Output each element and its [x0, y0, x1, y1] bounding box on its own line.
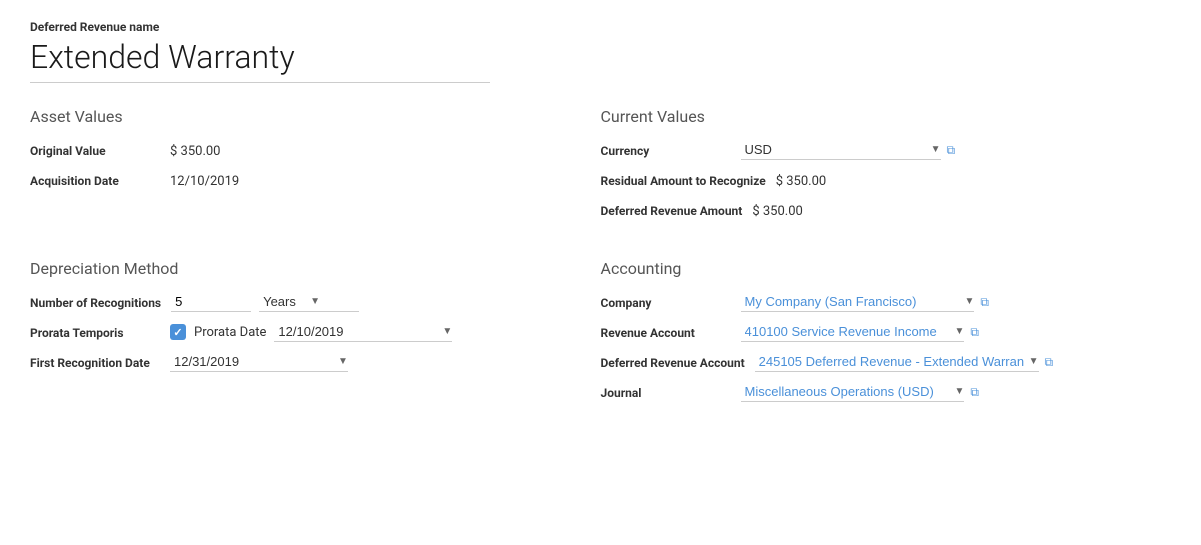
revenue-account-label: Revenue Account: [601, 322, 731, 342]
revenue-account-select-wrapper[interactable]: 410100 Service Revenue Income ▼: [741, 322, 965, 342]
deferred-revenue-amount-value: $ 350.00: [752, 200, 803, 219]
company-select[interactable]: My Company (San Francisco): [741, 292, 981, 311]
journal-select[interactable]: Miscellaneous Operations (USD): [741, 382, 971, 401]
revenue-account-external-link-icon[interactable]: ⧉: [970, 325, 979, 340]
currency-select-wrapper[interactable]: USD ▼: [741, 140, 941, 160]
deferred-account-label: Deferred Revenue Account: [601, 352, 745, 372]
residual-amount-row: Residual Amount to Recognize $ 350.00: [601, 170, 1152, 190]
deferred-account-external-link-icon[interactable]: ⧉: [1045, 355, 1054, 370]
prorata-date-wrapper[interactable]: ▼: [274, 322, 452, 342]
journal-external-link-icon[interactable]: ⧉: [970, 385, 979, 400]
currency-external-link-icon[interactable]: ⧉: [947, 143, 956, 158]
asset-values-title: Asset Values: [30, 107, 581, 126]
journal-label: Journal: [601, 382, 731, 402]
residual-amount-value: $ 350.00: [776, 170, 827, 189]
current-values-section: Current Values Currency USD ▼ ⧉ Residual…: [601, 107, 1172, 229]
acquisition-date-value: 12/10/2019: [170, 170, 239, 189]
num-recognitions-input-group: Years Months ▼: [171, 292, 359, 312]
original-value-row: Original Value $ 350.00: [30, 140, 581, 160]
original-value-label: Original Value: [30, 140, 160, 160]
depreciation-method-title: Depreciation Method: [30, 259, 581, 278]
journal-select-wrapper[interactable]: Miscellaneous Operations (USD) ▼: [741, 382, 965, 402]
revenue-account-select[interactable]: 410100 Service Revenue Income: [741, 322, 971, 341]
num-recognitions-label: Number of Recognitions: [30, 292, 161, 312]
prorata-temporis-row: Prorata Temporis Prorata Date ▼: [30, 322, 581, 342]
revenue-account-row: Revenue Account 410100 Service Revenue I…: [601, 322, 1152, 342]
title-divider: [30, 82, 490, 83]
deferred-account-row: Deferred Revenue Account 245105 Deferred…: [601, 352, 1152, 372]
first-recognition-date-input[interactable]: [170, 352, 354, 371]
company-external-link-icon[interactable]: ⧉: [980, 295, 989, 310]
first-recognition-label: First Recognition Date: [30, 352, 160, 372]
accounting-title: Accounting: [601, 259, 1152, 278]
page-title: Extended Warranty: [30, 38, 1171, 76]
residual-amount-label: Residual Amount to Recognize: [601, 170, 766, 190]
prorata-date-label: Prorata Date: [194, 325, 266, 340]
prorata-input-group: Prorata Date ▼: [170, 322, 452, 342]
company-row: Company My Company (San Francisco) ▼ ⧉: [601, 292, 1152, 312]
accounting-section: Accounting Company My Company (San Franc…: [601, 259, 1172, 412]
years-select[interactable]: Years Months: [259, 292, 326, 311]
company-select-wrapper[interactable]: My Company (San Francisco) ▼: [741, 292, 975, 312]
prorata-date-input[interactable]: [274, 322, 458, 341]
prorata-temporis-label: Prorata Temporis: [30, 322, 160, 342]
current-values-title: Current Values: [601, 107, 1152, 126]
deferred-revenue-amount-label: Deferred Revenue Amount: [601, 200, 743, 220]
num-recognitions-row: Number of Recognitions Years Months ▼: [30, 292, 581, 312]
acquisition-date-row: Acquisition Date 12/10/2019: [30, 170, 581, 190]
acquisition-date-label: Acquisition Date: [30, 170, 160, 190]
deferred-revenue-name-label: Deferred Revenue name: [30, 20, 1171, 34]
num-recognitions-input[interactable]: [171, 292, 251, 312]
original-value: $ 350.00: [170, 140, 221, 159]
deferred-account-select[interactable]: 245105 Deferred Revenue - Extended Warra…: [755, 352, 1045, 371]
currency-select[interactable]: USD: [741, 140, 947, 159]
company-label: Company: [601, 292, 731, 312]
prorata-checkbox[interactable]: [170, 324, 186, 340]
first-recognition-row: First Recognition Date ▼: [30, 352, 581, 372]
asset-values-section: Asset Values Original Value $ 350.00 Acq…: [30, 107, 601, 229]
first-recognition-date-wrapper[interactable]: ▼: [170, 352, 348, 372]
deferred-revenue-amount-row: Deferred Revenue Amount $ 350.00: [601, 200, 1152, 220]
depreciation-method-section: Depreciation Method Number of Recognitio…: [30, 259, 601, 412]
years-select-wrapper[interactable]: Years Months ▼: [259, 292, 359, 312]
currency-row: Currency USD ▼ ⧉: [601, 140, 1152, 160]
journal-row: Journal Miscellaneous Operations (USD) ▼…: [601, 382, 1152, 402]
deferred-account-select-wrapper[interactable]: 245105 Deferred Revenue - Extended Warra…: [755, 352, 1039, 372]
currency-label: Currency: [601, 140, 731, 160]
